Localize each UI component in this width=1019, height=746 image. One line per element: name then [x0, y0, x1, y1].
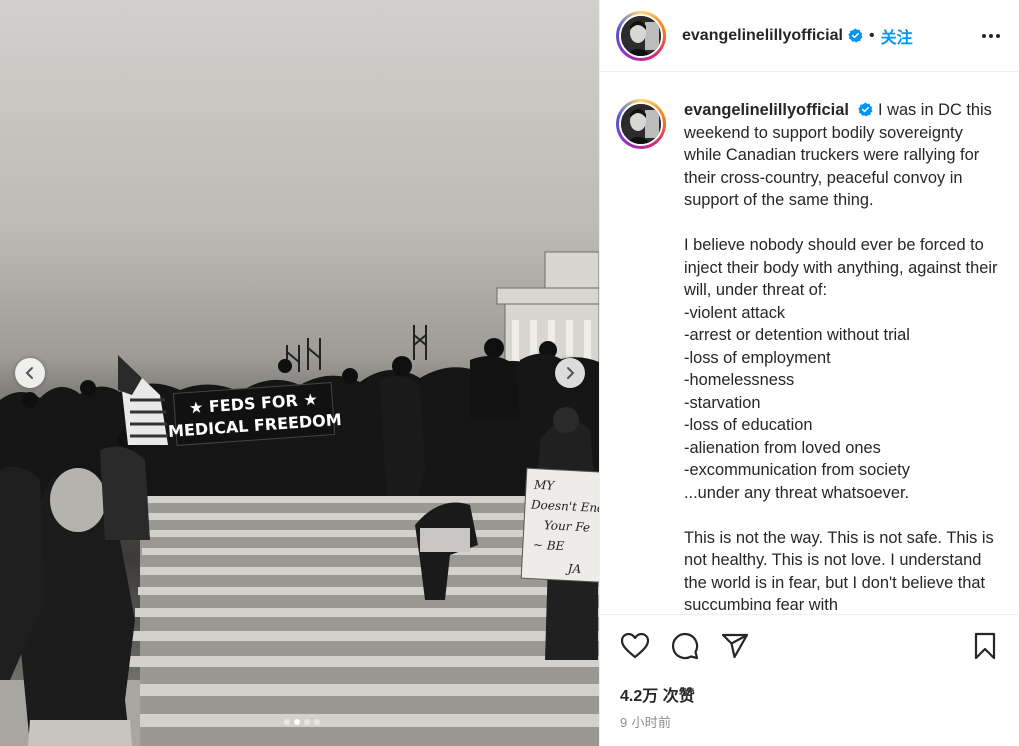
- avatar-story-ring[interactable]: [616, 10, 666, 61]
- caption-area[interactable]: evangelinelillyofficial I was in DC this…: [600, 73, 1019, 610]
- sign-line-4: ~ BE: [533, 538, 565, 554]
- comment-icon: [671, 632, 699, 660]
- caption-avatar-ring[interactable]: [616, 99, 666, 149]
- comment-button[interactable]: [670, 631, 700, 661]
- more-options-icon: [982, 33, 1000, 38]
- bookmark-icon: [974, 632, 996, 660]
- carousel-dot: [284, 719, 290, 725]
- carousel-indicator: [284, 719, 320, 725]
- chevron-left-icon: [25, 367, 33, 379]
- carousel-prev-button[interactable]: [15, 358, 45, 388]
- profile-photo: [621, 104, 661, 144]
- header-username[interactable]: evangelinelillyofficial: [682, 27, 843, 45]
- header-separator: •: [868, 26, 875, 44]
- caption-username[interactable]: evangelinelillyofficial: [684, 101, 849, 119]
- chevron-right-icon: [567, 367, 575, 379]
- post-side-panel: evangelinelillyofficial • 关注 evangelinel…: [599, 0, 1019, 746]
- carousel-dot: [314, 719, 320, 725]
- caption-body: I was in DC this weekend to support bodi…: [684, 101, 998, 610]
- heart-icon: [621, 633, 649, 659]
- sign-line-3: Your Fe: [544, 518, 591, 534]
- profile-photo: [621, 15, 661, 56]
- caption-row: evangelinelillyofficial I was in DC this…: [616, 99, 1004, 610]
- sign-line-1: MY: [533, 478, 556, 493]
- carousel-dot-active: [294, 719, 300, 725]
- post-header: evangelinelillyofficial • 关注: [600, 0, 1019, 72]
- share-button[interactable]: [720, 631, 750, 661]
- verified-badge-icon: [848, 28, 863, 43]
- caption-avatar: [619, 102, 663, 146]
- post-photo[interactable]: ★ FEDS FOR ★ MEDICAL FREEDOM MY Doesn't …: [0, 0, 599, 746]
- follow-button[interactable]: 关注: [881, 24, 913, 48]
- paper-plane-icon: [721, 633, 749, 659]
- save-button[interactable]: [970, 631, 1000, 661]
- like-button[interactable]: [620, 631, 650, 661]
- action-bar: [600, 614, 1019, 674]
- avatar: [619, 13, 663, 58]
- verified-badge-icon: [858, 102, 873, 117]
- carousel-dot: [304, 719, 310, 725]
- more-options-button[interactable]: [979, 24, 1003, 48]
- likes-count[interactable]: 4.2万 次赞: [620, 682, 695, 706]
- carousel-next-button[interactable]: [555, 358, 585, 388]
- post-timestamp[interactable]: 9 小时前: [620, 712, 671, 731]
- caption-text: evangelinelillyofficial I was in DC this…: [684, 99, 1004, 610]
- rally-scene-image: ★ FEDS FOR ★ MEDICAL FREEDOM MY Doesn't …: [0, 251, 599, 746]
